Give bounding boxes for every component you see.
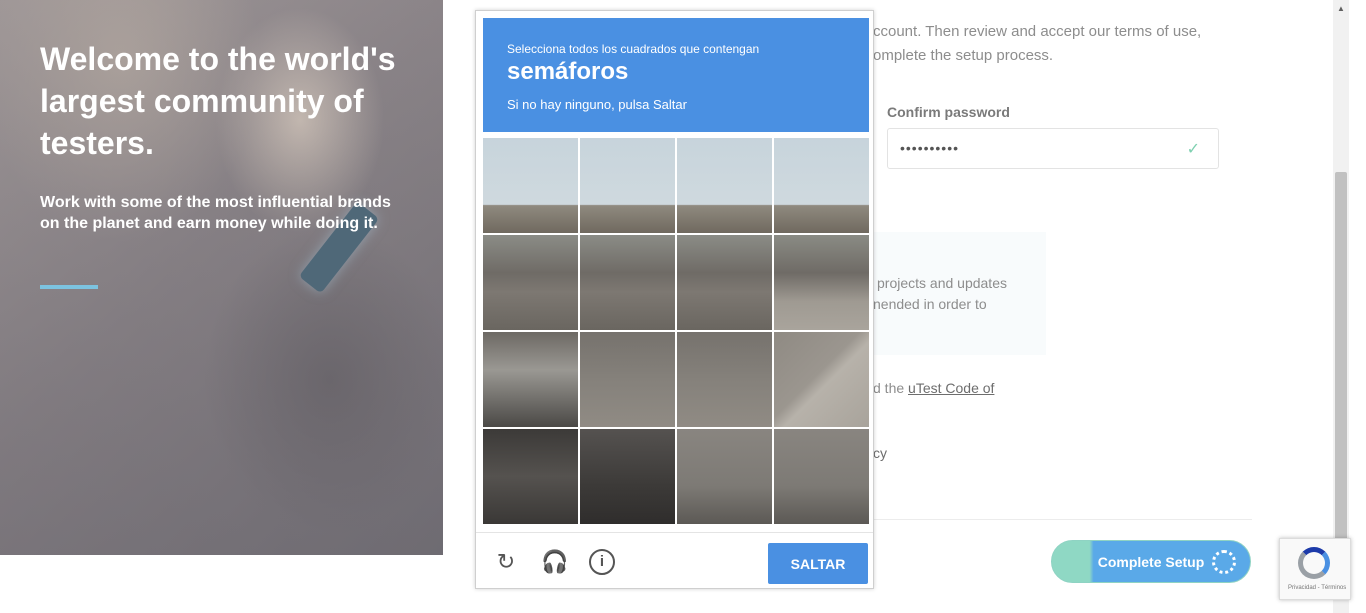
hero-panel: Welcome to the world's largest community… xyxy=(0,0,443,555)
captcha-tile[interactable] xyxy=(483,429,578,524)
captcha-tile[interactable] xyxy=(677,332,772,427)
intro-text-line1: ccount. Then review and accept our terms… xyxy=(873,23,1202,40)
captcha-tile[interactable] xyxy=(774,138,869,233)
confirm-password-field[interactable]: •••••••••• ✓ xyxy=(887,128,1219,169)
confirm-password-label: Confirm password xyxy=(887,104,1010,120)
headphones-icon[interactable]: 🎧 xyxy=(541,549,568,575)
captcha-header: Selecciona todos los cuadrados que conte… xyxy=(483,18,869,132)
check-icon: ✓ xyxy=(1186,141,1200,158)
complete-setup-button[interactable]: Complete Setup xyxy=(1051,540,1251,583)
captcha-tile[interactable] xyxy=(580,429,675,524)
info-icon[interactable]: i xyxy=(589,549,615,575)
info-text-line2: nended in order to xyxy=(873,296,987,312)
recaptcha-logo-icon xyxy=(1298,547,1330,579)
confirm-password-value: •••••••••• xyxy=(900,140,960,156)
recaptcha-terms[interactable]: Privacidad - Términos xyxy=(1288,585,1346,591)
info-box xyxy=(870,232,1046,355)
captcha-tile[interactable] xyxy=(580,138,675,233)
info-text-line1: projects and updates xyxy=(877,275,1007,291)
scroll-up-arrow-icon[interactable]: ▲ xyxy=(1333,4,1349,13)
captcha-tile[interactable] xyxy=(677,429,772,524)
captcha-tile[interactable] xyxy=(580,332,675,427)
scrollbar-thumb[interactable] xyxy=(1335,172,1347,542)
captcha-target: semáforos xyxy=(507,58,629,85)
code-prefix: d the xyxy=(873,380,909,396)
recaptcha-badge[interactable]: Privacidad - Términos xyxy=(1279,538,1351,600)
captcha-skip-hint: Si no hay ninguno, pulsa Saltar xyxy=(507,97,687,112)
policy-fragment[interactable]: cy xyxy=(873,445,887,461)
captcha-tile[interactable] xyxy=(774,429,869,524)
captcha-tile[interactable] xyxy=(677,138,772,233)
captcha-instruction: Selecciona todos los cuadrados que conte… xyxy=(507,42,760,56)
captcha-tile[interactable] xyxy=(774,332,869,427)
code-of-conduct-link[interactable]: uTest Code of xyxy=(908,380,994,396)
captcha-tile[interactable] xyxy=(483,235,578,330)
captcha-tile[interactable] xyxy=(774,235,869,330)
form-divider xyxy=(870,519,1252,520)
reload-icon[interactable]: ↻ xyxy=(493,549,519,575)
captcha-dialog: Selecciona todos los cuadrados que conte… xyxy=(475,10,874,589)
intro-text-line2: omplete the setup process. xyxy=(873,47,1054,64)
hero-subtitle: Work with some of the most influential b… xyxy=(40,194,391,232)
hero-title: Welcome to the world's largest community… xyxy=(40,41,396,161)
captcha-image-grid xyxy=(483,138,869,524)
spinner-icon xyxy=(1212,550,1236,574)
captcha-tile[interactable] xyxy=(483,332,578,427)
captcha-tile[interactable] xyxy=(677,235,772,330)
code-of-conduct-text: d the uTest Code of xyxy=(873,380,994,396)
skip-button[interactable]: SALTAR xyxy=(768,543,868,584)
captcha-tile[interactable] xyxy=(483,138,578,233)
complete-setup-label: Complete Setup xyxy=(1097,553,1205,570)
scrollbar[interactable]: ▲ xyxy=(1333,0,1349,613)
captcha-tile[interactable] xyxy=(580,235,675,330)
hero-accent-line xyxy=(40,285,98,289)
captcha-footer: ↻ 🎧 i SALTAR xyxy=(476,532,873,589)
